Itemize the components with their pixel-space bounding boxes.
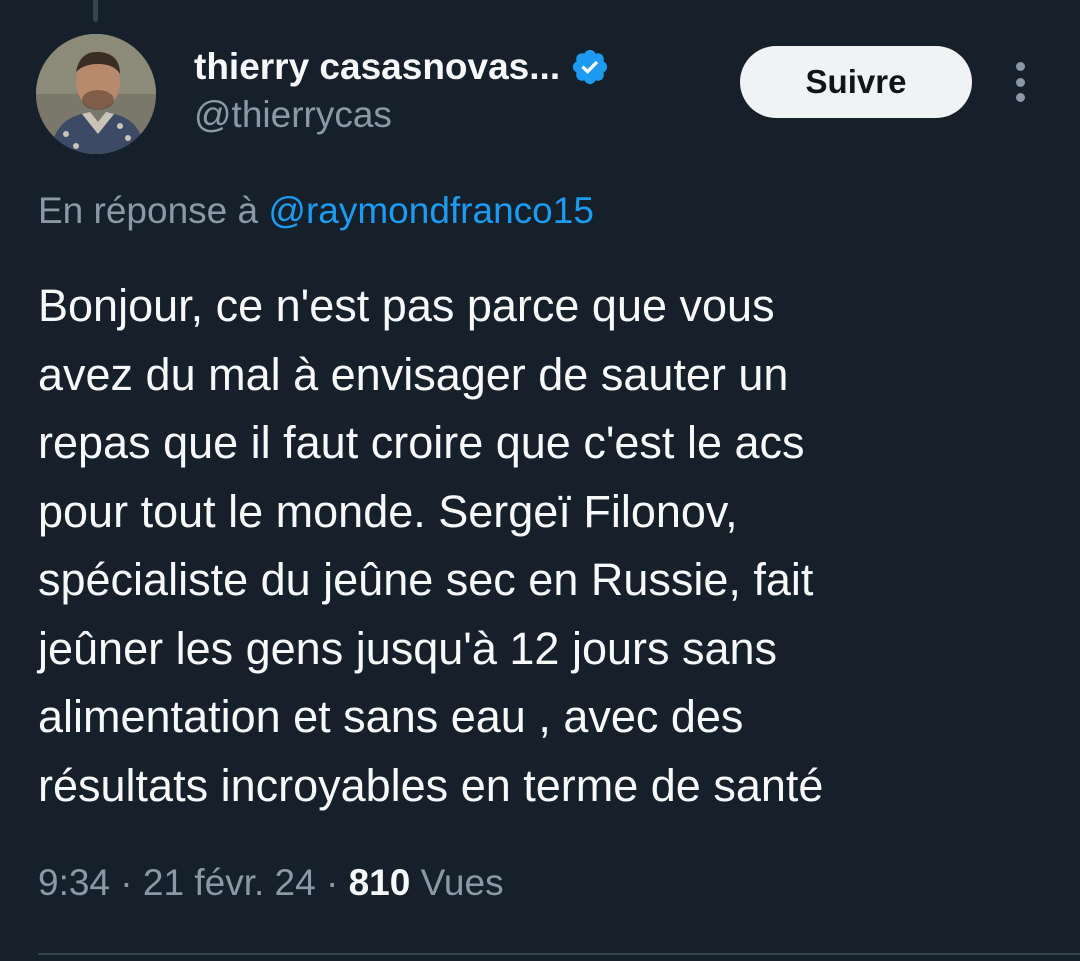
thread-connector-line [93,0,98,22]
more-dot [1015,62,1025,71]
avatar[interactable] [36,34,156,154]
divider [38,953,1080,955]
more-dot [1015,77,1025,87]
tweet-metadata: 9:34 · 21 févr. 24 · 810 Vues [38,862,504,904]
reply-context: En réponse à @raymondfranco15 [38,190,594,232]
more-options-icon[interactable] [1002,62,1038,102]
tweet-text: Bonjour, ce n'est pas parce que vous ave… [38,280,824,811]
tweet-time[interactable]: 9:34 [38,862,110,903]
author-name-row[interactable]: thierry casasnovas... [194,42,610,92]
views-label: Vues [410,862,504,903]
follow-button[interactable]: Suivre [740,46,972,118]
meta-separator: · [110,862,143,903]
reply-prefix: En réponse à [38,190,269,231]
tweet-detail: thierry casasnovas... @thierrycas Suivre… [0,0,1080,961]
tweet-date[interactable]: 21 févr. 24 [143,862,316,903]
reply-mention-link[interactable]: @raymondfranco15 [268,190,594,231]
avatar-photo [36,34,156,154]
more-dot [1015,93,1025,102]
meta-separator: · [315,862,349,903]
views-count[interactable]: 810 [349,862,411,903]
author-handle[interactable]: @thierrycas [194,94,392,136]
verified-badge-icon[interactable] [570,47,610,87]
author-display-name[interactable]: thierry casasnovas... [194,46,560,88]
